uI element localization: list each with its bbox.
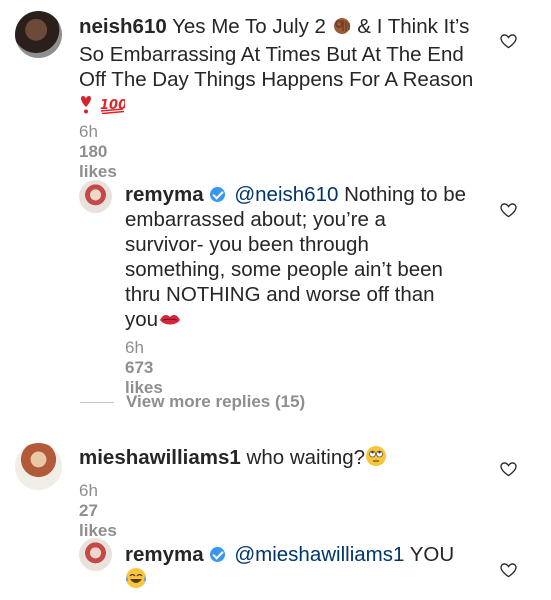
ok-hand-emoji — [332, 16, 352, 42]
username[interactable]: mieshawilliams1 — [79, 446, 241, 469]
username[interactable]: remyma — [125, 543, 204, 566]
mention-link[interactable]: @neish610 — [234, 183, 338, 206]
avatar[interactable] — [15, 443, 62, 490]
comment-text: remyma @neish610 Nothing to be embarrass… — [125, 182, 470, 335]
timestamp: 6h — [79, 122, 98, 141]
comment-meta: 6h 180 likes — [79, 122, 117, 182]
comment-meta: 6h 673 likes — [125, 338, 163, 398]
view-more-replies-button[interactable]: View more replies (15) — [80, 392, 305, 412]
comment-body: YOU — [409, 543, 455, 566]
comment-body-part1: Yes Me To July 2 — [172, 15, 326, 38]
heart-outline-icon[interactable] — [500, 203, 517, 218]
verified-badge-icon — [209, 187, 225, 202]
heart-outline-icon[interactable] — [500, 34, 517, 49]
comment-body: who waiting? — [246, 446, 366, 469]
comment-meta: 6h 27 likes — [79, 481, 117, 541]
kiss-mark-emoji — [158, 310, 182, 335]
comment-text: remyma @mieshawilliams1 YOU — [125, 542, 470, 595]
timestamp: 6h — [125, 338, 144, 357]
verified-badge-icon — [209, 547, 225, 562]
likes-count[interactable]: 27 likes — [79, 501, 117, 540]
mention-link[interactable]: @mieshawilliams1 — [234, 543, 404, 566]
avatar[interactable] — [15, 11, 62, 58]
face-with-rolling-eyes-emoji — [365, 445, 387, 473]
heart-outline-icon[interactable] — [500, 563, 517, 578]
avatar[interactable] — [79, 180, 112, 213]
face-with-tears-of-joy-emoji — [125, 567, 147, 595]
comment-text: neish610 Yes Me To July 2 & I Think It’s… — [79, 14, 489, 120]
likes-count[interactable]: 180 likes — [79, 142, 117, 181]
divider — [80, 401, 114, 403]
heart-exclamation-emoji — [79, 94, 93, 120]
hundred-points-emoji: 100 — [99, 94, 127, 120]
heart-outline-icon[interactable] — [500, 462, 517, 477]
view-more-replies-label: View more replies (15) — [126, 392, 306, 411]
username[interactable]: remyma — [125, 183, 204, 206]
timestamp: 6h — [79, 481, 98, 500]
comment-text: mieshawilliams1 who waiting? — [79, 445, 479, 473]
username[interactable]: neish610 — [79, 15, 167, 38]
avatar[interactable] — [79, 538, 112, 571]
